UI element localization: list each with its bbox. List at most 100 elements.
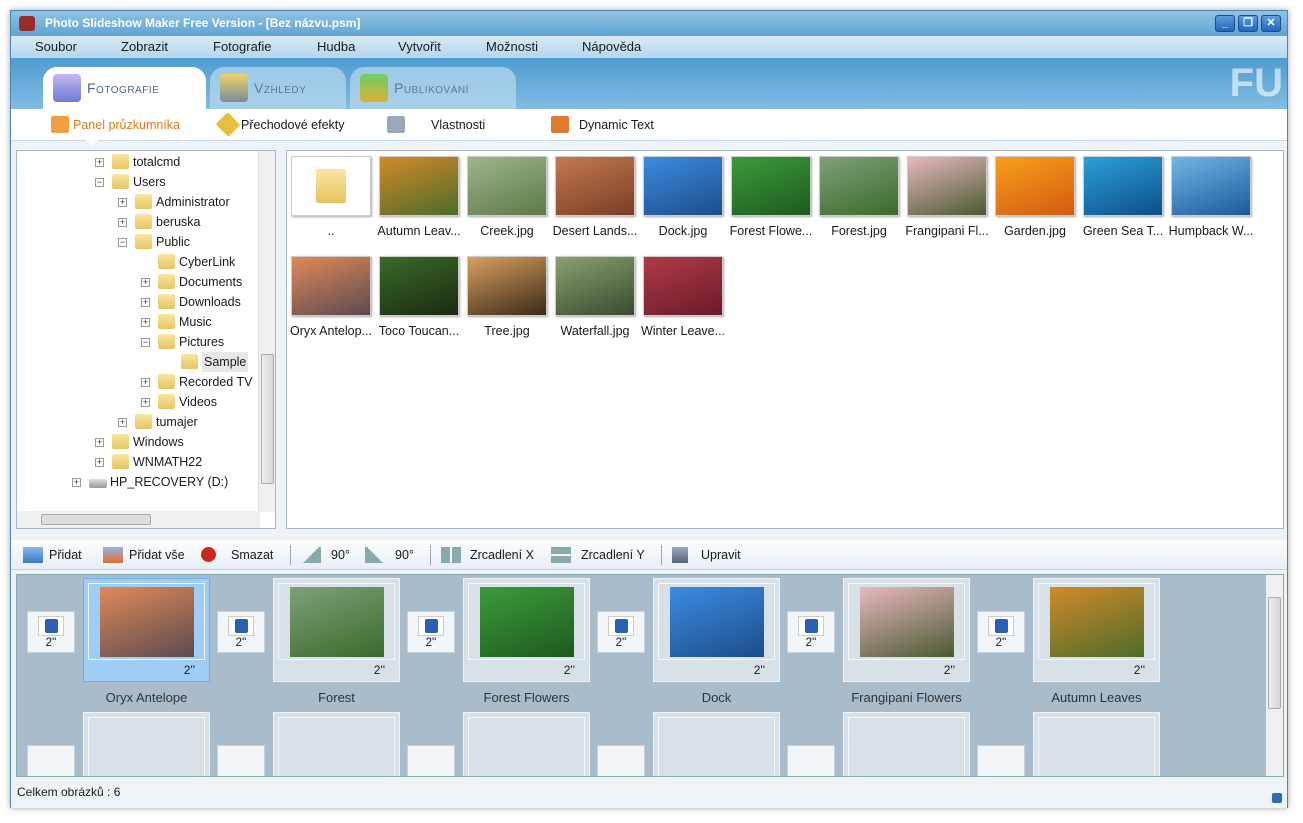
transition-slot[interactable]: 2'' — [217, 611, 265, 653]
tree-node[interactable]: + tumajer — [17, 412, 260, 432]
slide-title[interactable]: Forest — [273, 690, 400, 705]
file-thumbnail[interactable]: Green Sea T... — [1079, 156, 1167, 238]
tree-node[interactable]: Sample — [17, 352, 260, 372]
mirror-x-button[interactable]: Zrcadlení X — [441, 540, 534, 570]
file-thumbnail[interactable]: Autumn Leav... — [375, 156, 463, 238]
menu-vytvorit[interactable]: Vytvořit — [398, 36, 486, 58]
slide-title[interactable]: Frangipani Flowers — [843, 690, 970, 705]
expand-icon[interactable]: + — [141, 378, 150, 387]
slide-item[interactable]: 2'' — [83, 578, 210, 682]
tree-node[interactable]: − Pictures — [17, 332, 260, 352]
tab-publikovani[interactable]: Publikování — [350, 67, 516, 109]
menu-zobrazit[interactable]: Zobrazit — [121, 36, 213, 58]
subtab-dynamic-text[interactable]: Dynamic Text — [551, 109, 654, 141]
slide-item[interactable]: 2'' — [1033, 578, 1160, 682]
edit-button[interactable]: Upravit — [672, 540, 741, 570]
scroll-thumb[interactable] — [261, 354, 274, 484]
slide-item[interactable]: 2'' — [463, 578, 590, 682]
file-thumbnail[interactable]: Desert Lands... — [551, 156, 639, 238]
subtab-transitions[interactable]: Přechodové efekty — [215, 109, 345, 141]
expand-icon[interactable]: + — [72, 478, 81, 487]
tree-node[interactable]: + HP_RECOVERY (D:) — [17, 472, 260, 492]
tree-vertical-scrollbar[interactable] — [258, 151, 275, 512]
close-button[interactable]: ✕ — [1261, 15, 1281, 32]
add-button[interactable]: Přidat — [23, 540, 82, 570]
expand-icon[interactable]: + — [95, 438, 104, 447]
scroll-thumb[interactable] — [1268, 597, 1281, 709]
rotate-left-button[interactable]: 90° — [301, 540, 350, 570]
rotate-right-button[interactable]: 90° — [365, 540, 414, 570]
tree-node[interactable]: + Windows — [17, 432, 260, 452]
menu-hudba[interactable]: Hudba — [317, 36, 398, 58]
subtab-properties[interactable]: Vlastnosti — [387, 109, 485, 141]
menu-soubor[interactable]: Soubor — [35, 36, 121, 58]
collapse-icon[interactable]: − — [118, 238, 127, 247]
restore-button[interactable]: ❐ — [1238, 15, 1258, 32]
tree-node[interactable]: − Public — [17, 232, 260, 252]
tree-node[interactable]: CyberLink — [17, 252, 260, 272]
slide-item[interactable]: 2'' — [653, 578, 780, 682]
expand-icon[interactable]: + — [141, 398, 150, 407]
minimize-button[interactable]: _ — [1215, 15, 1235, 32]
file-thumbnail[interactable]: Forest Flowe... — [727, 156, 815, 238]
scroll-thumb[interactable] — [41, 514, 151, 525]
file-thumbnail[interactable]: Oryx Antelop... — [287, 256, 375, 338]
tree-node[interactable]: + Downloads — [17, 292, 260, 312]
tree-node[interactable]: − Users — [17, 172, 260, 192]
tab-fotografie[interactable]: Fotografie — [43, 67, 206, 109]
tree-node[interactable]: + Videos — [17, 392, 260, 412]
expand-icon[interactable]: + — [118, 198, 127, 207]
add-all-button[interactable]: Přidat vše — [103, 540, 185, 570]
file-thumbnail[interactable]: Waterfall.jpg — [551, 256, 639, 338]
expand-icon[interactable]: + — [141, 278, 150, 287]
expand-icon[interactable]: + — [141, 298, 150, 307]
expand-icon[interactable]: + — [118, 418, 127, 427]
tree-node[interactable]: + Documents — [17, 272, 260, 292]
mirror-y-button[interactable]: Zrcadlení Y — [551, 540, 645, 570]
resize-grip-icon[interactable] — [1272, 793, 1282, 803]
storyboard-scrollbar[interactable] — [1266, 575, 1283, 776]
tree-node[interactable]: + beruska — [17, 212, 260, 232]
slide-item[interactable]: 2'' — [273, 578, 400, 682]
folder-icon — [135, 414, 152, 429]
tree-node[interactable]: + totalcmd — [17, 152, 260, 172]
expand-icon[interactable]: + — [95, 458, 104, 467]
menu-napoveda[interactable]: Nápověda — [582, 36, 641, 58]
tree-node[interactable]: + WNMATH22 — [17, 452, 260, 472]
tree-node[interactable]: + Music — [17, 312, 260, 332]
file-thumbnail[interactable]: Tree.jpg — [463, 256, 551, 338]
expand-icon[interactable]: + — [95, 158, 104, 167]
transition-slot[interactable]: 2'' — [407, 611, 455, 653]
transition-slot[interactable]: 2'' — [787, 611, 835, 653]
slide-title[interactable]: Oryx Antelope — [83, 690, 210, 705]
expand-icon[interactable]: + — [141, 318, 150, 327]
tree-node[interactable]: + Recorded TV — [17, 372, 260, 392]
slide-title[interactable]: Autumn Leaves — [1033, 690, 1160, 705]
file-thumbnail[interactable]: Dock.jpg — [639, 156, 727, 238]
file-thumbnail[interactable]: Winter Leave... — [639, 256, 727, 338]
transition-slot[interactable]: 2'' — [597, 611, 645, 653]
subtab-explorer-panel[interactable]: Panel průzkumníka — [51, 109, 180, 141]
file-thumbnail[interactable]: Frangipani Fl... — [903, 156, 991, 238]
file-thumbnail[interactable]: Humpback W... — [1167, 156, 1255, 238]
slide-item[interactable]: 2'' — [843, 578, 970, 682]
folder-tree[interactable]: + HP_RECOVERY (D:) + WNMATH22 + Windows + tumaj… — [16, 150, 276, 529]
tab-vzhledy[interactable]: Vzhledy — [210, 67, 346, 109]
menu-moznosti[interactable]: Možnosti — [486, 36, 582, 58]
file-thumbnail[interactable]: Toco Toucan... — [375, 256, 463, 338]
expand-icon[interactable]: + — [118, 218, 127, 227]
slide-title[interactable]: Dock — [653, 690, 780, 705]
collapse-icon[interactable]: − — [141, 338, 150, 347]
transition-slot[interactable]: 2'' — [27, 611, 75, 653]
tree-node[interactable]: + Administrator — [17, 192, 260, 212]
file-thumbnail[interactable]: Forest.jpg — [815, 156, 903, 238]
delete-button[interactable]: Smazat — [201, 540, 273, 570]
menu-fotografie[interactable]: Fotografie — [213, 36, 317, 58]
slide-title[interactable]: Forest Flowers — [463, 690, 590, 705]
parent-folder-item[interactable]: .. — [287, 156, 375, 238]
tree-horizontal-scrollbar[interactable] — [17, 511, 260, 528]
transition-slot[interactable]: 2'' — [977, 611, 1025, 653]
file-thumbnail[interactable]: Creek.jpg — [463, 156, 551, 238]
file-thumbnail[interactable]: Garden.jpg — [991, 156, 1079, 238]
collapse-icon[interactable]: − — [95, 178, 104, 187]
